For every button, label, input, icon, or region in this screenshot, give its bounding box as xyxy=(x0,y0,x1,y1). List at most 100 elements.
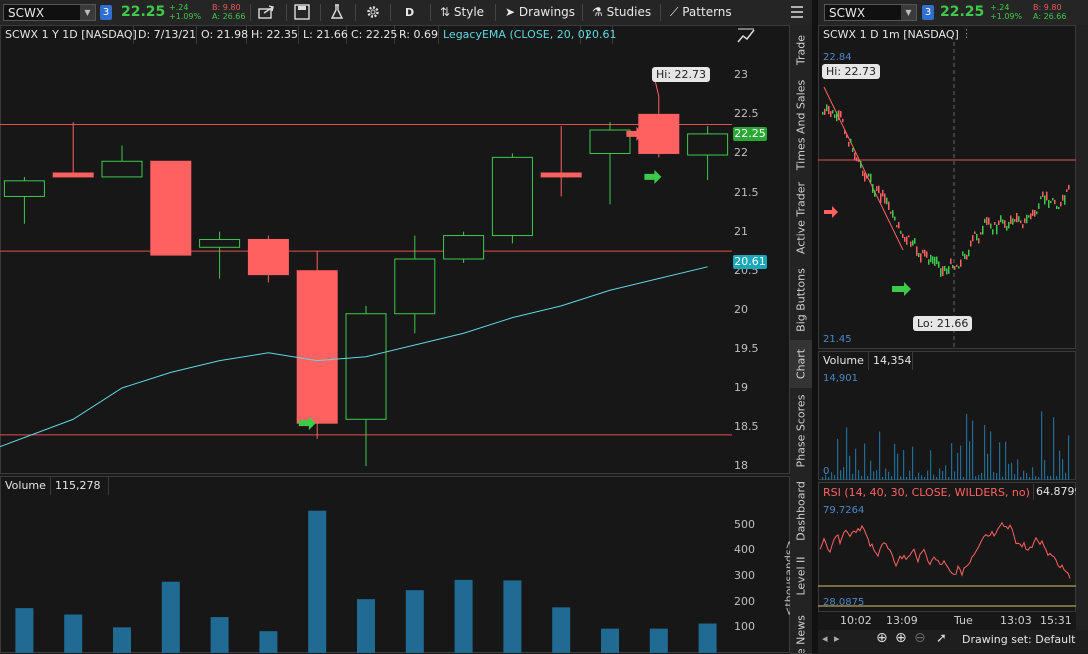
price-chart[interactable] xyxy=(0,44,790,474)
mini-candle xyxy=(840,111,842,118)
mini-chart-options-icon[interactable]: ⋮ xyxy=(961,27,972,40)
mini-candle xyxy=(830,111,832,118)
tab-live-news[interactable]: Live News xyxy=(790,603,812,654)
divider xyxy=(582,4,583,21)
volume-bar xyxy=(405,590,424,653)
mini-sell-arrow xyxy=(824,206,838,218)
mini-candle xyxy=(896,224,898,228)
save-icon[interactable] xyxy=(294,4,310,23)
right-symbol-dropdown-button[interactable]: ▼ xyxy=(901,5,916,20)
cursor-icon: ➤ xyxy=(505,5,516,19)
mini-candle xyxy=(862,170,864,177)
mini-candle xyxy=(914,238,916,244)
mini-volume-bar xyxy=(996,473,998,480)
tab-times-and-sales[interactable]: Times And Sales xyxy=(790,75,812,176)
mini-candle xyxy=(960,259,962,267)
right-ask-price: A: 26.66 xyxy=(1033,12,1067,21)
share-icon[interactable] xyxy=(258,4,276,23)
mini-candle xyxy=(992,229,994,235)
mini-volume-bar xyxy=(951,442,953,480)
mini-volume-bar xyxy=(828,476,830,480)
study-label[interactable]: LegacyEMA (CLOSE, 20, 0) xyxy=(439,26,589,44)
drawings-button[interactable]: ➤ Drawings xyxy=(505,0,575,25)
volume-bar xyxy=(552,607,571,653)
mini-candle xyxy=(848,141,850,147)
drawing-set-label[interactable]: Drawing set: Default xyxy=(962,633,1075,646)
mini-candle xyxy=(950,258,952,265)
mini-candle xyxy=(828,105,830,115)
mini-volume-value: 14,354 xyxy=(869,352,913,370)
candle-body xyxy=(199,238,241,248)
right-toolbar: SCWX ▼ 3 22.25 +.24 +1.09% B: 9.80 A: 26… xyxy=(818,0,1088,26)
mini-volume-bar xyxy=(999,442,1001,480)
right-link-group-badge[interactable]: 3 xyxy=(922,5,934,20)
mini-candle xyxy=(1056,205,1058,209)
mini-candle xyxy=(852,148,854,152)
mini-volume-title: Volume xyxy=(819,352,869,370)
zoom-in-icon[interactable]: ⊕ xyxy=(895,630,907,646)
rsi-label[interactable]: RSI (14, 40, 30, CLOSE, WILDERS, no) xyxy=(823,486,1030,499)
mini-volume-bar xyxy=(888,471,890,480)
mini-candle xyxy=(838,110,840,121)
mini-volume-bar xyxy=(1005,441,1007,480)
tab-dashboard[interactable]: Dashboard xyxy=(790,473,812,549)
volume-axis-tick: 200 xyxy=(734,594,755,608)
mini-volume-bar xyxy=(945,465,947,480)
mini-candle xyxy=(932,256,934,264)
rsi-line xyxy=(819,521,1071,579)
candle-body xyxy=(150,160,192,256)
mini-volume-bar xyxy=(1020,476,1022,480)
mini-volume-bar xyxy=(933,474,935,480)
style-button[interactable]: ⇅ Style xyxy=(440,0,484,25)
gear-icon[interactable] xyxy=(365,4,381,23)
mini-candle xyxy=(982,225,984,235)
mini-volume-bar xyxy=(909,470,911,480)
mini-price-chart[interactable] xyxy=(818,42,1076,348)
price-axis-tick: 22 xyxy=(734,146,748,160)
patterns-label: Patterns xyxy=(682,5,732,19)
mini-volume-bar xyxy=(942,470,944,480)
tab-chart[interactable]: Chart xyxy=(790,340,812,389)
crosshair-icon[interactable]: ⊕ xyxy=(876,630,888,646)
studies-button[interactable]: ⚗ Studies xyxy=(592,0,651,25)
mini-candle xyxy=(946,268,948,275)
symbol-dropdown-button[interactable]: ▼ xyxy=(80,5,95,20)
candle-body xyxy=(101,160,143,178)
tab-active-trader[interactable]: Active Trader xyxy=(790,175,812,261)
mini-candle xyxy=(952,265,954,269)
mini-volume-bar xyxy=(822,476,824,480)
mini-volume-bar xyxy=(852,473,854,480)
tab-trade[interactable]: Trade xyxy=(790,25,812,76)
zoom-out-icon[interactable]: ⊖ xyxy=(914,630,926,646)
mini-volume-bar xyxy=(873,471,875,480)
flask-icon[interactable] xyxy=(330,4,344,23)
scroll-left-icon[interactable]: ◂ xyxy=(822,632,828,645)
tab-level-ii[interactable]: Level II xyxy=(790,548,812,604)
divider xyxy=(390,4,391,21)
right-scrollbar[interactable] xyxy=(1076,25,1088,630)
mini-candle xyxy=(844,130,846,135)
scroll-right-icon[interactable]: ▸ xyxy=(834,632,840,645)
price-axis-tick: 21.5 xyxy=(734,185,759,199)
ohlc-low: L: 21.66 xyxy=(299,26,348,44)
mini-volume-bar xyxy=(936,476,938,480)
mini-candle xyxy=(934,256,936,266)
mini-volume-bar xyxy=(1032,467,1034,480)
menu-icon[interactable] xyxy=(790,5,804,22)
candle-body xyxy=(345,313,387,420)
pointer-icon[interactable]: ➚ xyxy=(936,631,947,646)
mini-candle xyxy=(948,266,950,274)
tab-phase-scores[interactable]: Phase Scores xyxy=(790,388,812,474)
patterns-button[interactable]: ⟋ Patterns xyxy=(670,0,732,25)
tab-big-buttons[interactable]: Big Buttons xyxy=(790,260,812,341)
mini-candle xyxy=(1042,191,1044,198)
mini-candle xyxy=(868,173,870,177)
mini-candle xyxy=(1028,215,1030,218)
volume-bar xyxy=(601,628,619,653)
link-group-badge[interactable]: 3 xyxy=(100,5,112,20)
candle-body xyxy=(443,235,485,260)
mini-candle xyxy=(860,161,862,169)
mini-volume-bar xyxy=(978,475,980,480)
mini-candle xyxy=(866,174,868,179)
aggregation-button[interactable]: D xyxy=(405,0,414,25)
